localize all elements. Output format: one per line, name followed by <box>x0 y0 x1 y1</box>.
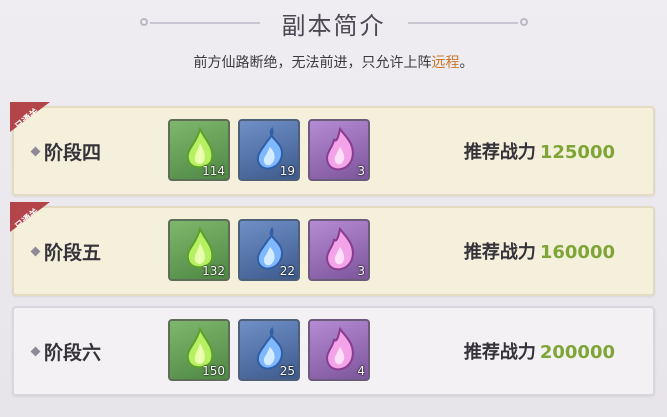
purple-flame-item[interactable]: 4 <box>308 319 370 381</box>
recommended-power: 推荐战力 160000 <box>464 238 615 264</box>
dungeon-intro-header: 副本简介 前方仙路断绝，无法前进，只允许上阵远程。 <box>0 0 667 92</box>
cleared-badge: 已通关 <box>10 202 50 232</box>
item-count: 114 <box>202 164 225 178</box>
purple-flame-icon <box>326 127 354 171</box>
reward-items: 132 22 3 <box>168 219 370 281</box>
power-label: 推荐战力 <box>463 342 536 363</box>
recommended-power: 推荐战力 200000 <box>464 338 615 364</box>
item-count: 3 <box>357 164 365 178</box>
purple-flame-item[interactable]: 3 <box>308 219 370 281</box>
item-count: 4 <box>357 364 365 378</box>
dungeon-description: 前方仙路断绝，无法前进，只允许上阵远程。 <box>0 52 667 72</box>
item-count: 3 <box>357 264 365 278</box>
green-flame-item[interactable]: 114 <box>168 119 230 181</box>
description-suffix: 。 <box>459 55 474 71</box>
blue-flame-item[interactable]: 19 <box>238 119 300 181</box>
power-label: 推荐战力 <box>463 142 536 163</box>
stage-name: 阶段五 <box>44 242 102 264</box>
diamond-bullet-icon <box>30 246 41 257</box>
green-flame-item[interactable]: 150 <box>168 319 230 381</box>
stage-row-4[interactable]: 已通关 阶段四 114 19 3 推荐战力 125000 <box>10 102 655 196</box>
power-value: 200000 <box>539 342 615 363</box>
power-value: 160000 <box>539 242 615 263</box>
item-count: 150 <box>202 364 225 378</box>
stage-row-6[interactable]: 阶段六 150 25 4 推荐战力 200000 <box>12 306 655 396</box>
description-text: 前方仙路断绝，无法前进，只允许上阵 <box>193 55 432 71</box>
green-flame-item[interactable]: 132 <box>168 219 230 281</box>
blue-flame-item[interactable]: 25 <box>238 319 300 381</box>
stage-name: 阶段四 <box>44 142 102 164</box>
blue-flame-item[interactable]: 22 <box>238 219 300 281</box>
cleared-badge: 已通关 <box>10 102 50 132</box>
page-title: 副本简介 <box>281 11 386 40</box>
purple-flame-item[interactable]: 3 <box>308 119 370 181</box>
item-count: 25 <box>279 364 295 378</box>
diamond-bullet-icon <box>30 346 41 357</box>
description-highlight: 远程 <box>431 55 460 71</box>
stage-row-5[interactable]: 已通关 阶段五 132 22 3 推荐战力 160000 <box>10 202 655 296</box>
item-count: 132 <box>202 264 225 278</box>
item-count: 19 <box>279 164 295 178</box>
title-ornament-right <box>407 18 528 26</box>
reward-items: 114 19 3 <box>168 119 370 181</box>
power-label: 推荐战力 <box>463 242 536 263</box>
purple-flame-icon <box>326 327 354 371</box>
title-ornament-left <box>139 18 260 26</box>
reward-items: 150 25 4 <box>168 319 370 381</box>
diamond-bullet-icon <box>30 146 41 157</box>
stage-name: 阶段六 <box>44 342 102 364</box>
title-row: 副本简介 <box>0 6 667 40</box>
recommended-power: 推荐战力 125000 <box>464 138 615 164</box>
power-value: 125000 <box>539 142 615 163</box>
purple-flame-icon <box>326 227 354 271</box>
item-count: 22 <box>279 264 295 278</box>
